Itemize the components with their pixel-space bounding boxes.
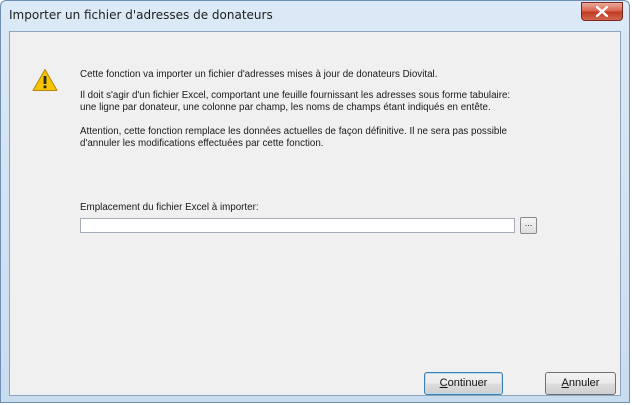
cancel-label: nnuler xyxy=(568,377,600,389)
browse-button[interactable]: ... xyxy=(520,217,537,234)
continue-label: ontinuer xyxy=(447,377,488,389)
title-bar[interactable]: Importer un fichier d'adresses de donate… xyxy=(1,1,629,31)
close-button[interactable] xyxy=(581,2,623,21)
file-path-input[interactable] xyxy=(80,218,515,233)
warning-icon xyxy=(32,69,58,91)
continue-mnemonic: C xyxy=(439,377,448,389)
warning-text-line-1: Attention, cette fonction remplace les d… xyxy=(80,126,507,137)
warning-text-line-2: d'annuler les modifications effectuées p… xyxy=(80,138,324,149)
dialog-body: Cette fonction va importer un fichier d'… xyxy=(9,31,621,396)
close-icon xyxy=(596,6,608,17)
format-text: Il doit s'agir d'un fichier Excel, compo… xyxy=(80,90,615,114)
format-text-line-2: une ligne par donateur, une colonne par … xyxy=(80,102,491,113)
cancel-mnemonic: A xyxy=(561,377,569,389)
cancel-button[interactable]: Annuler xyxy=(545,372,616,395)
warning-text: Attention, cette fonction remplace les d… xyxy=(80,126,615,150)
format-text-line-1: Il doit s'agir d'un fichier Excel, compo… xyxy=(80,90,511,101)
continue-button[interactable]: Continuer xyxy=(424,372,503,395)
window-title: Importer un fichier d'adresses de donate… xyxy=(9,8,273,22)
dialog-window: Importer un fichier d'adresses de donate… xyxy=(0,0,630,403)
intro-text: Cette fonction va importer un fichier d'… xyxy=(80,69,438,80)
file-path-label: Emplacement du fichier Excel à importer: xyxy=(80,202,259,213)
